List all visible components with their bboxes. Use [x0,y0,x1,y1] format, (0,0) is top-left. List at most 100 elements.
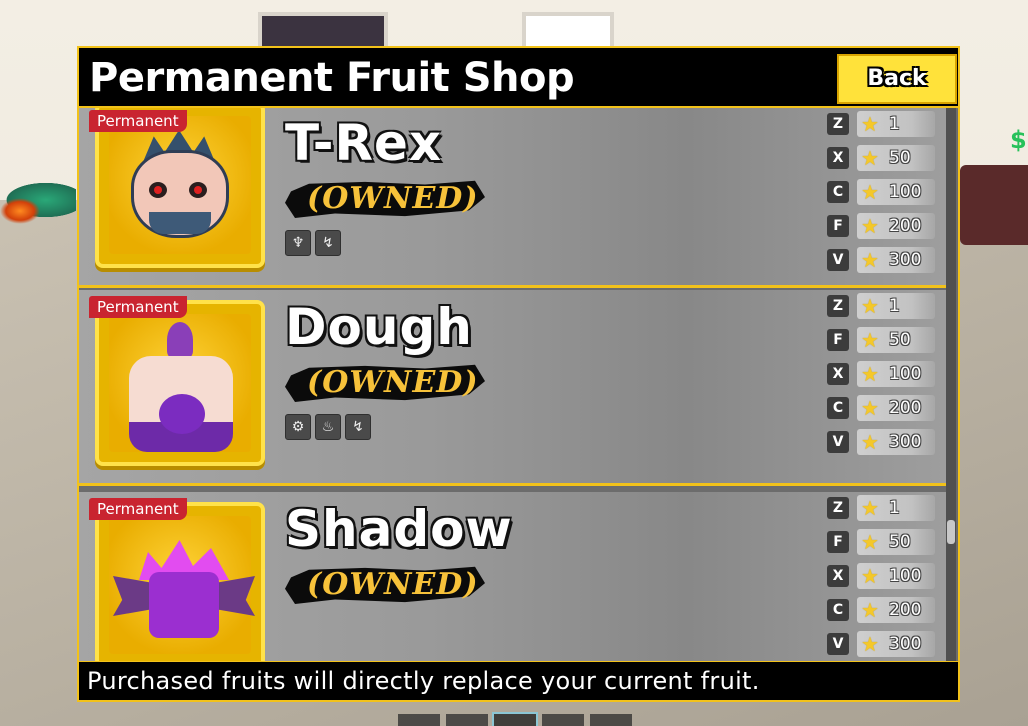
star-icon: ★ [861,214,879,238]
shadow-cube [149,572,219,638]
move-key: V [827,431,849,453]
move-row: C ★ 100 [827,178,937,208]
mastery-requirement: ★ 50 [857,327,935,353]
move-key: C [827,599,849,621]
fruit-name: Dough [285,298,473,356]
move-key: Z [827,295,849,317]
owned-text: (OWNED) [307,365,479,400]
move-key: C [827,397,849,419]
ability-icons: ⚙ ♨ ↯ [285,414,371,440]
mastery-value: 300 [889,432,922,452]
mastery-requirement: ★ 50 [857,145,935,171]
back-button[interactable]: Back [837,54,957,104]
owned-text: (OWNED) [307,181,479,216]
mastery-requirement: ★ 1 [857,495,935,521]
swirl-icon: ↯ [315,230,341,256]
mastery-requirement: ★ 200 [857,597,935,623]
star-icon: ★ [861,362,879,386]
fruit-shop-panel: Permanent Fruit Shop Back Permanent T-Re… [77,46,960,702]
move-row: X ★ 50 [827,144,937,174]
dragon-claw-icon: ♆ [285,230,311,256]
shop-footer: Purchased fruits will directly replace y… [77,661,960,702]
fruit-card-shadow[interactable]: Permanent Shadow (OWNED) Z ★ 1 F ★ 50 X ★ 100 … [79,492,947,661]
hotbar-slot[interactable] [542,714,584,726]
move-key: X [827,147,849,169]
hotbar-slot[interactable] [446,714,488,726]
owned-label: (OWNED) [285,360,485,406]
move-row: V ★ 300 [827,428,937,458]
owned-text: (OWNED) [307,567,479,602]
dough-fruit-icon [109,314,251,452]
trex-jaw [149,212,211,234]
mastery-value: 200 [889,600,922,620]
mastery-requirement: ★ 1 [857,111,935,137]
move-row: V ★ 300 [827,246,937,276]
move-row: V ★ 300 [827,630,937,660]
hotbar [398,712,638,726]
mastery-requirement: ★ 300 [857,631,935,657]
scrollbar-track[interactable] [946,108,956,661]
shop-counter [960,165,1028,245]
fruit-card-dough[interactable]: Permanent Dough (OWNED) ⚙ ♨ ↯ Z ★ 1 F ★ 50 X… [79,290,947,486]
fruit-list[interactable]: Permanent T-Rex (OWNED) ♆ ↯ Z ★ 1 X ★ 50 C ★ 1… [77,108,960,661]
star-icon: ★ [861,598,879,622]
shop-header: Permanent Fruit Shop Back [77,46,960,108]
mastery-value: 200 [889,216,922,236]
move-key: Z [827,497,849,519]
move-row: F ★ 50 [827,326,937,356]
mastery-value: 200 [889,398,922,418]
shadow-fruit-icon [109,516,255,654]
star-icon: ★ [861,430,879,454]
move-key: F [827,329,849,351]
hotbar-slot[interactable] [398,714,440,726]
mastery-value: 50 [889,148,911,168]
fruit-icon-frame [95,502,265,661]
mastery-requirement: ★ 300 [857,429,935,455]
move-row: C ★ 200 [827,394,937,424]
fire-effect [0,198,40,224]
shop-title: Permanent Fruit Shop [89,55,575,101]
star-icon: ★ [861,146,879,170]
move-row: F ★ 200 [827,212,937,242]
dough-skull [159,394,205,434]
move-key: V [827,633,849,655]
hotbar-slot[interactable] [590,714,632,726]
move-key: Z [827,113,849,135]
mastery-requirement: ★ 100 [857,361,935,387]
move-mastery-list: Z ★ 1 F ★ 50 X ★ 100 C ★ 200 V ★ 300 [827,494,937,661]
star-icon: ★ [861,632,879,656]
star-icon: ★ [861,530,879,554]
move-row: F ★ 50 [827,528,937,558]
fruit-name: Shadow [285,500,513,558]
move-key: V [827,249,849,271]
hotbar-slot-selected[interactable] [492,712,538,726]
move-key: X [827,565,849,587]
scrollbar-thumb[interactable] [947,520,955,544]
permanent-badge: Permanent [89,296,187,318]
move-key: C [827,181,849,203]
mastery-value: 100 [889,364,922,384]
star-icon: ★ [861,112,879,136]
swirl-icon: ↯ [345,414,371,440]
fruit-icon-frame [95,300,265,466]
move-row: X ★ 100 [827,360,937,390]
mastery-value: 1 [889,114,900,134]
fruit-card-trex[interactable]: Permanent T-Rex (OWNED) ♆ ↯ Z ★ 1 X ★ 50 C ★ 1… [79,108,947,288]
gear-icon: ⚙ [285,414,311,440]
trex-eye-left [149,182,167,198]
move-row: Z ★ 1 [827,110,937,140]
mastery-requirement: ★ 100 [857,563,935,589]
star-icon: ★ [861,564,879,588]
move-row: C ★ 200 [827,596,937,626]
move-key: X [827,363,849,385]
mastery-value: 300 [889,250,922,270]
star-icon: ★ [861,248,879,272]
star-icon: ★ [861,496,879,520]
move-key: F [827,215,849,237]
mastery-value: 300 [889,634,922,654]
mastery-value: 50 [889,532,911,552]
move-row: Z ★ 1 [827,494,937,524]
permanent-badge: Permanent [89,110,187,132]
move-mastery-list: Z ★ 1 X ★ 50 C ★ 100 F ★ 200 V ★ 300 [827,110,937,280]
mastery-requirement: ★ 200 [857,213,935,239]
